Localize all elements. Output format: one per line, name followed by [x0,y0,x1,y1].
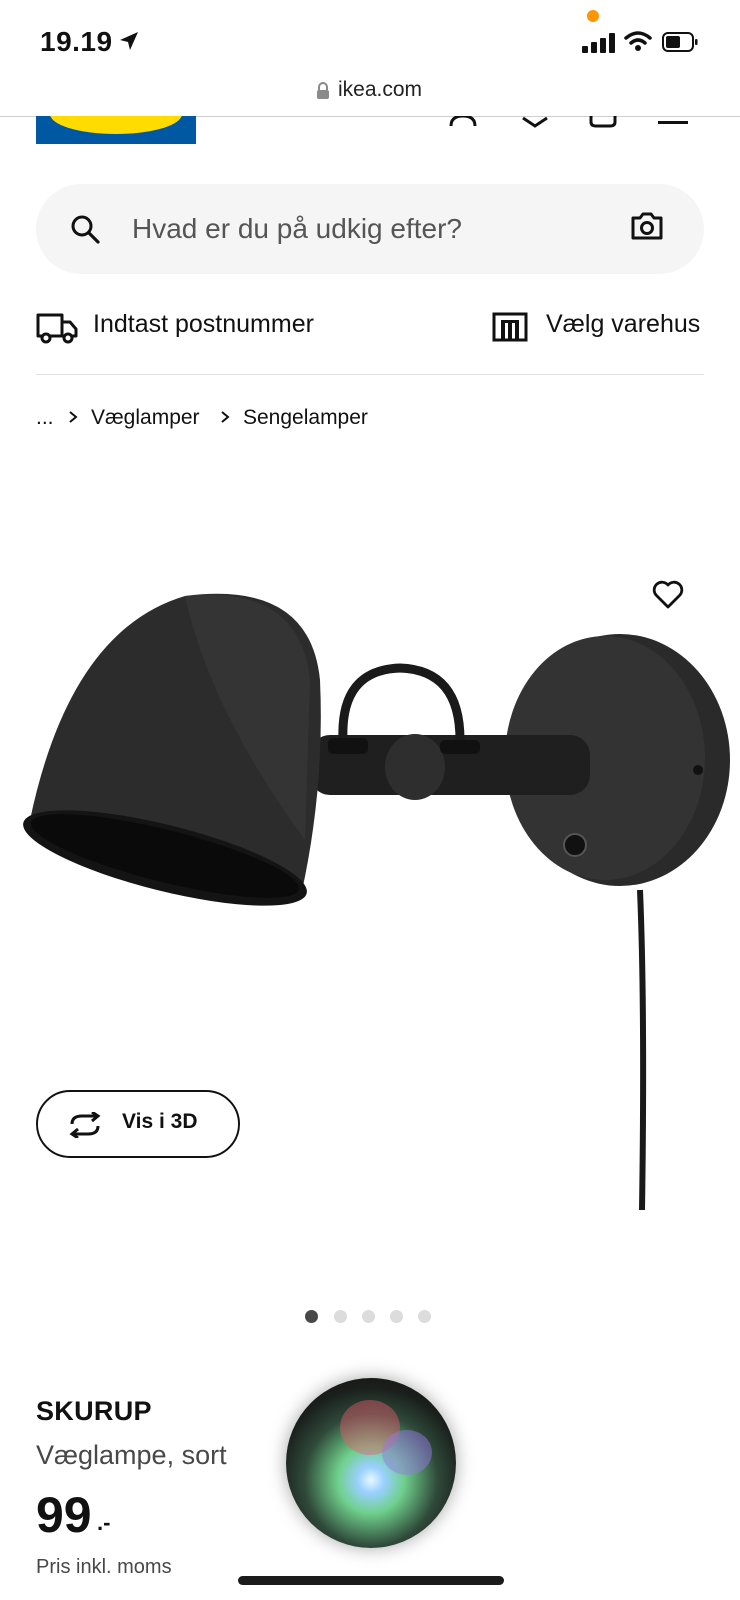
breadcrumb-ellipsis[interactable]: ... [36,406,54,430]
truck-icon[interactable] [36,312,78,344]
wifi-icon [624,31,652,51]
heart-icon[interactable] [520,116,550,128]
breadcrumb-item[interactable]: Sengelamper [243,406,368,430]
carousel-dot[interactable] [390,1310,403,1323]
product-name: SKURUP [36,1396,152,1426]
postal-code-link[interactable]: Indtast postnummer [93,310,314,339]
search-icon[interactable] [70,214,100,244]
status-time: 19.19 [40,26,113,57]
location-arrow-icon [120,32,138,50]
breadcrumb-item[interactable]: Væglamper [91,406,200,430]
chevron-right-icon [69,411,78,423]
view-in-3d-label: Vis i 3D [122,1110,198,1133]
privacy-indicator-dot [587,10,599,22]
url-text[interactable]: ikea.com [338,78,422,102]
search-input[interactable] [132,208,572,250]
store-select-link[interactable]: Vælg varehus [546,310,700,339]
rotate-3d-icon [69,1112,101,1138]
carousel-dot[interactable] [334,1310,347,1323]
chevron-right-icon [221,411,230,423]
price-suffix: .- [97,1510,111,1535]
battery-icon [662,32,698,52]
menu-icon[interactable] [658,116,688,128]
ikea-logo[interactable] [36,116,196,144]
siri-orb-glow [382,1430,432,1475]
carousel-dot[interactable] [362,1310,375,1323]
carousel-dot[interactable] [418,1310,431,1323]
divider [36,374,704,375]
carousel-dot[interactable] [305,1310,318,1323]
cellular-signal-icon [582,33,615,53]
home-indicator[interactable] [238,1576,504,1585]
cart-icon[interactable] [588,116,618,128]
product-price: 99 [36,1487,92,1543]
camera-search-icon[interactable] [630,212,664,240]
lock-icon [317,82,329,99]
profile-icon[interactable] [448,116,478,128]
product-description: Væglampe, sort [36,1440,227,1470]
vat-note: Pris inkl. moms [36,1556,172,1578]
store-icon[interactable] [492,312,528,342]
